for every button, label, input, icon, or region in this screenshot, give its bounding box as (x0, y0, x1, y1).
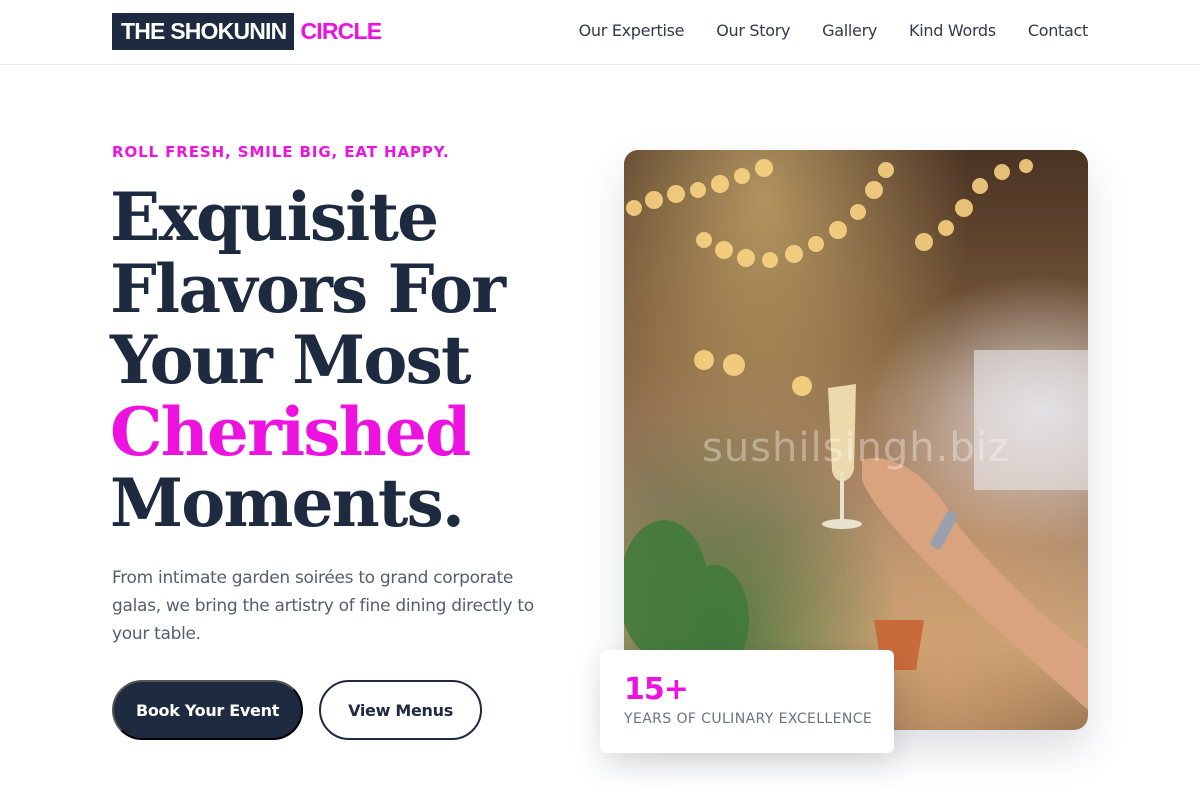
view-menus-button[interactable]: View Menus (319, 680, 482, 740)
string-lights (626, 159, 1033, 396)
nav-link-kind-words[interactable]: Kind Words (909, 20, 996, 42)
headline-line-2: Flavors For (110, 249, 506, 328)
nav-link-our-expertise[interactable]: Our Expertise (579, 20, 685, 42)
nav-link-contact[interactable]: Contact (1028, 20, 1088, 42)
hero-description: From intimate garden soirées to grand co… (112, 568, 534, 644)
headline-line-1: Exquisite (110, 178, 439, 256)
headline-line-3: Your Most (110, 321, 471, 399)
main-nav: Our Expertise Our Story Gallery Kind Wor… (579, 20, 1089, 42)
nav-link-our-story[interactable]: Our Story (716, 20, 790, 42)
stat-label: YEARS OF CULINARY EXCELLENCE (624, 711, 873, 727)
brand-logo[interactable]: THE SHOKUNIN CIRCLE (112, 13, 382, 50)
experience-stat-card: 15+ YEARS OF CULINARY EXCELLENCE (600, 650, 894, 753)
site-header: THE SHOKUNIN CIRCLE Our Expertise Our St… (0, 0, 1200, 65)
glass-stem (840, 472, 844, 522)
stat-value: 15+ (624, 672, 689, 707)
hero-eyebrow: ROLL FRESH, SMILE BIG, EAT HAPPY. (112, 143, 450, 161)
headline-accent: Cherished (110, 392, 471, 471)
hero-photo-celebration-toast: sushilsingh.biz (624, 150, 1088, 730)
nav-link-gallery[interactable]: Gallery (822, 20, 877, 42)
image-watermark: sushilsingh.biz (702, 425, 1010, 471)
raised-arm (862, 458, 1088, 710)
headline-line-5: Moments. (110, 464, 465, 542)
hero-headline: Exquisite Flavors For Your Most Cherishe… (110, 178, 580, 542)
book-event-button[interactable]: Book Your Event (112, 680, 303, 740)
glass-base (822, 519, 862, 529)
brand-name-accent: CIRCLE (300, 18, 382, 44)
brand-name-main: THE SHOKUNIN (112, 13, 295, 50)
